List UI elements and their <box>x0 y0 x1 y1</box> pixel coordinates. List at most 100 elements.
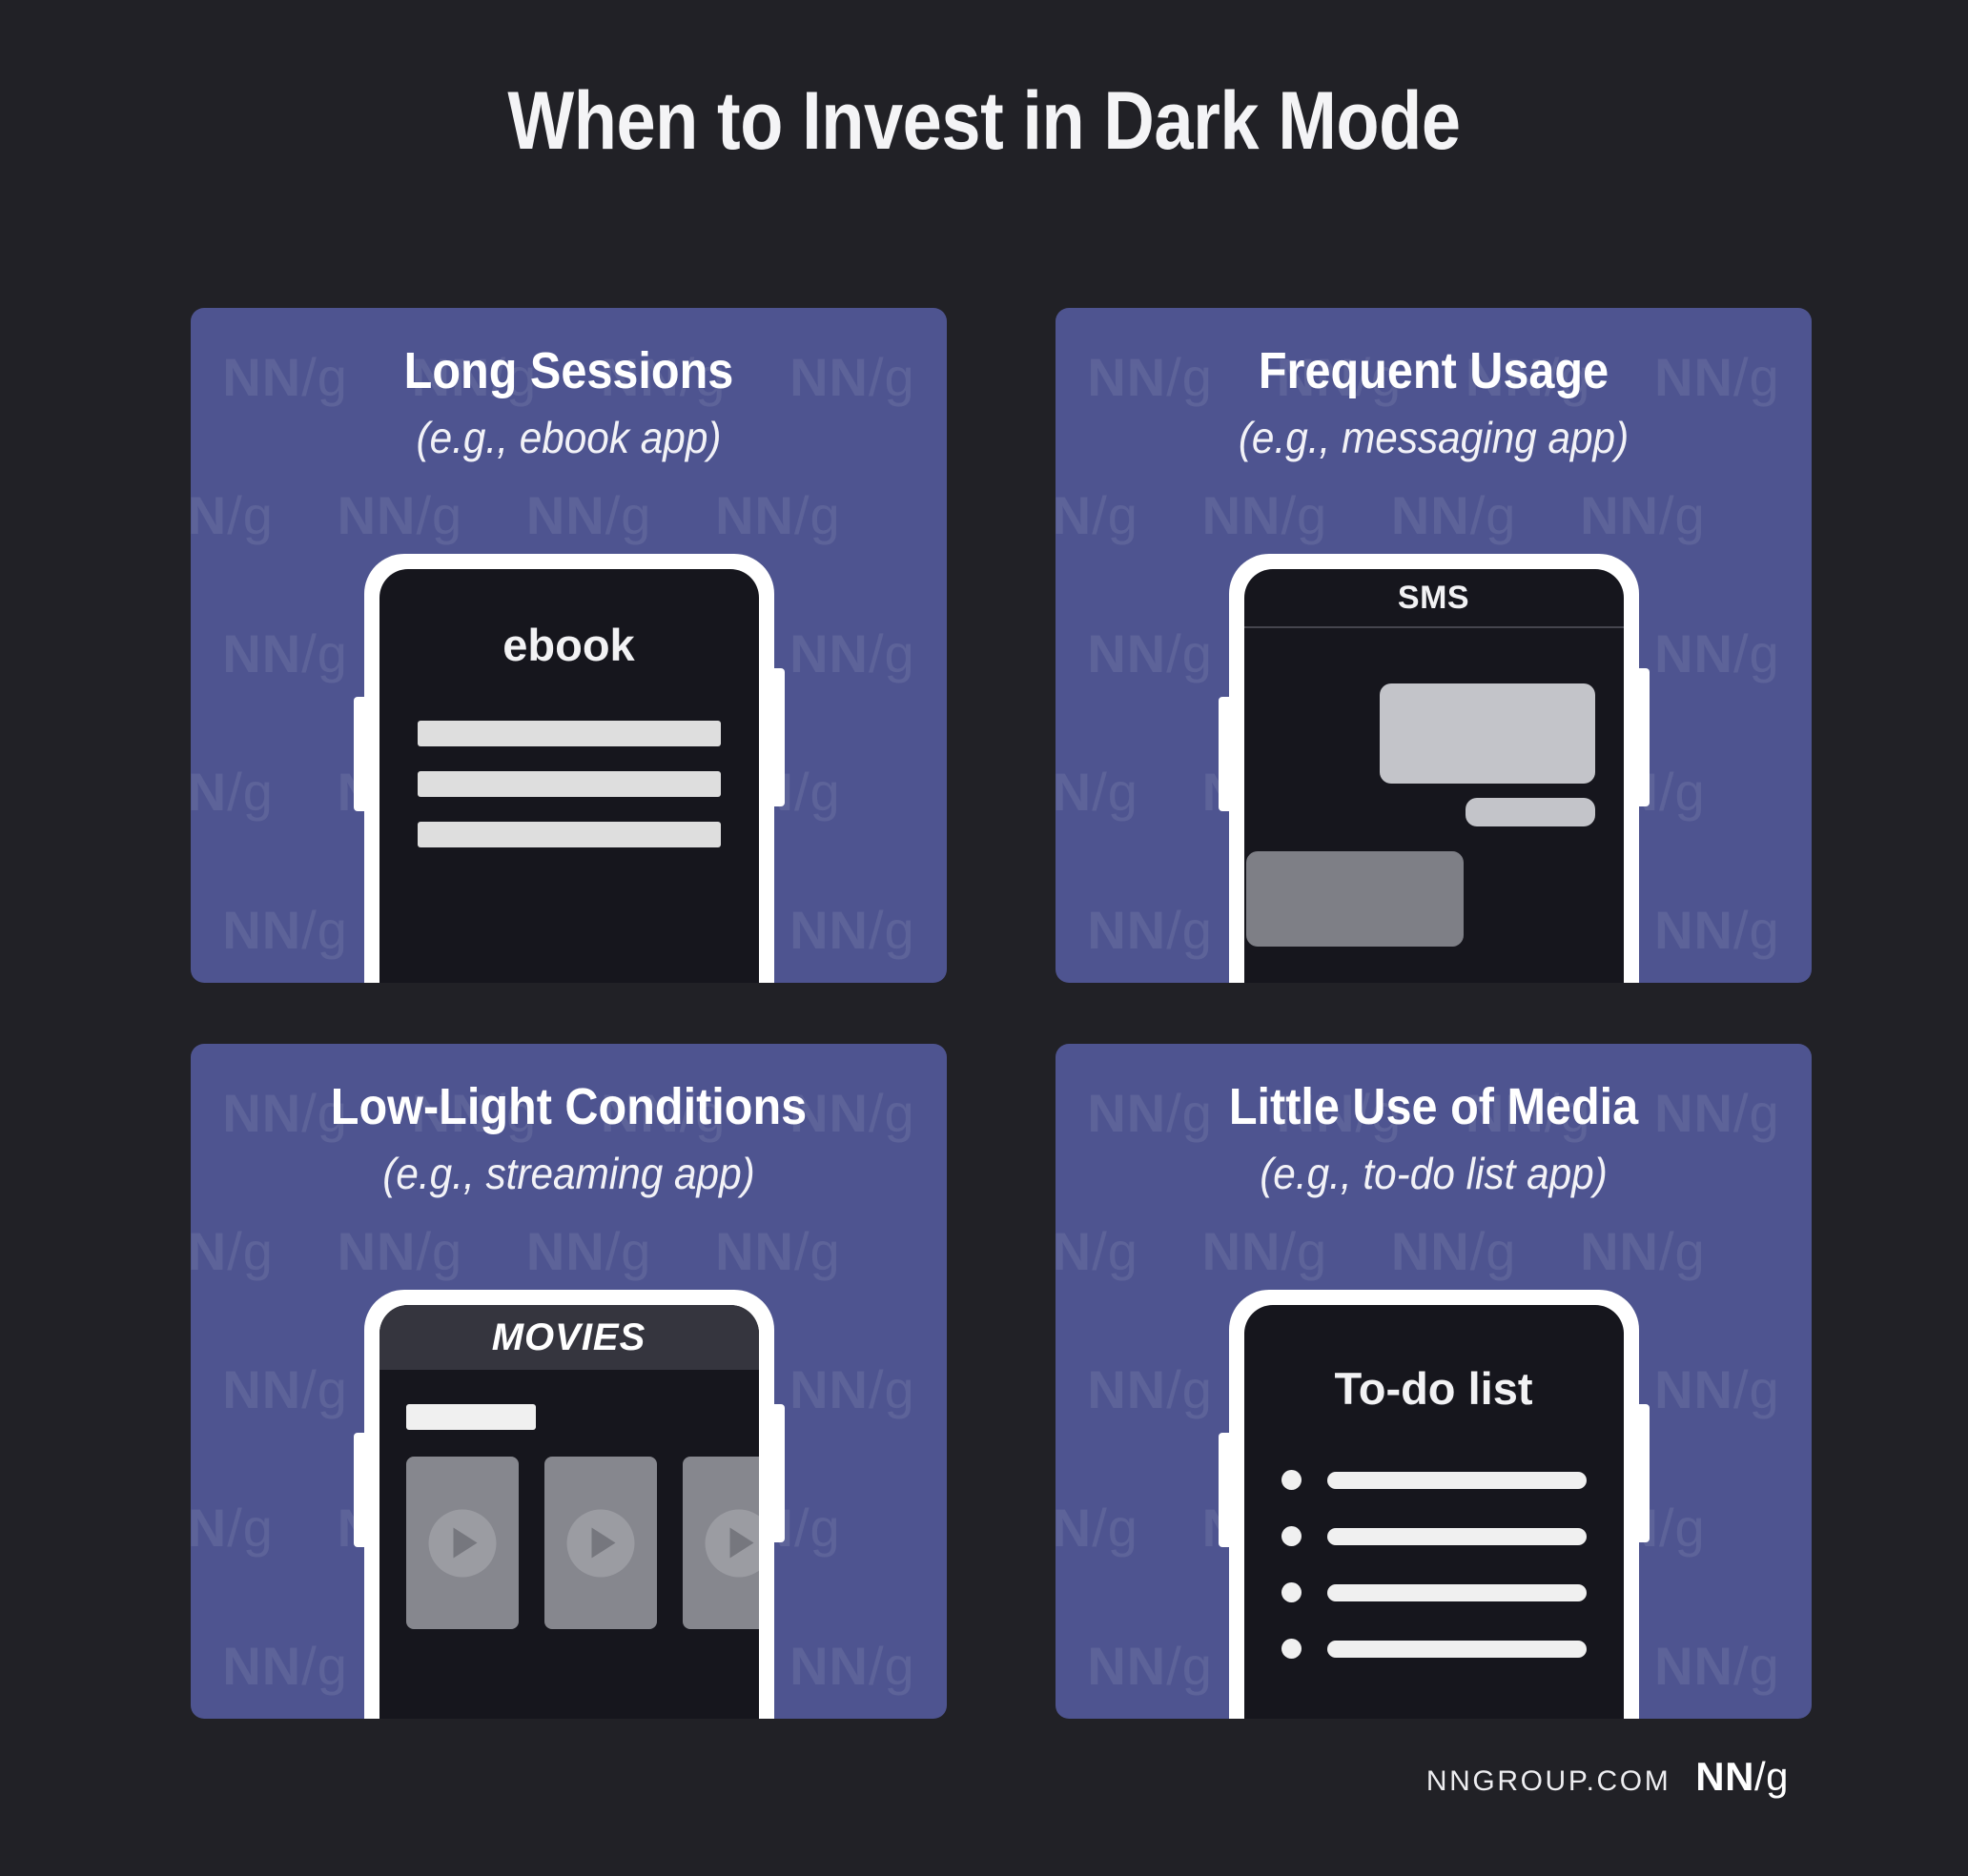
phone-side-button-left <box>353 1433 364 1547</box>
card-subtitle: (e.g., ebook app) <box>416 413 722 463</box>
todo-text-bar <box>1326 1471 1587 1489</box>
watermark-mark: NN/g <box>1654 1636 1780 1696</box>
message-bubble-incoming <box>1379 683 1595 784</box>
watermark-mark: NN/g <box>1087 623 1213 683</box>
card-title: Long Sessions <box>403 342 734 399</box>
watermark-mark: NN/g <box>337 1221 463 1281</box>
card-header: Little Use of Media (e.g., to-do list ap… <box>1056 1044 1812 1199</box>
watermark-mark: NN/g <box>715 1221 841 1281</box>
play-icon[interactable] <box>566 1509 634 1577</box>
text-line <box>417 822 721 847</box>
list-item <box>1281 1470 1587 1490</box>
watermark-mark: NN/g <box>1580 485 1706 545</box>
footer: NNGROUP.COM NN/g <box>1426 1754 1789 1800</box>
card-little-use-of-media: NN/g NN/g NN/g NN/g NN/g NN/g NN/g NN/g … <box>1056 1044 1812 1719</box>
watermark-mark: NN/g <box>789 1359 915 1419</box>
card-title: Little Use of Media <box>1228 1078 1639 1135</box>
card-subtitle: (e.g., streaming app) <box>382 1149 755 1199</box>
watermark-mark: NN/g <box>1087 1359 1213 1419</box>
phone-screen: SMS <box>1243 569 1624 983</box>
nng-logo: NN/g <box>1695 1754 1789 1800</box>
text-line <box>417 771 721 797</box>
watermark-mark: NN/g <box>789 623 915 683</box>
ebook-screen-title: ebook <box>502 620 635 670</box>
ebook-text-lines <box>417 721 721 847</box>
watermark-mark: NN/g <box>1056 1498 1138 1558</box>
phone-frame: ebook <box>353 554 785 983</box>
watermark-mark: NN/g <box>1580 1221 1706 1281</box>
card-subtitle: (e.g., messaging app) <box>1238 413 1630 463</box>
list-item <box>1281 1526 1587 1546</box>
phone-frame: MOVIES <box>353 1290 785 1719</box>
phone-illustration-movies: MOVIES <box>353 1290 785 1719</box>
watermark-mark: NN/g <box>1056 762 1138 822</box>
bullet-icon <box>1281 1526 1302 1546</box>
watermark-mark: NN/g <box>1056 1221 1138 1281</box>
card-frequent-usage: NN/g NN/g NN/g NN/g NN/g NN/g NN/g NN/g … <box>1056 308 1812 983</box>
watermark-mark: NN/g <box>1201 1221 1328 1281</box>
card-header: Low-Light Conditions (e.g., streaming ap… <box>191 1044 947 1199</box>
play-icon[interactable] <box>705 1509 759 1577</box>
watermark-mark: NN/g <box>191 1498 274 1558</box>
sms-screen-title: SMS <box>1243 569 1624 628</box>
section-label-bar <box>405 1404 536 1430</box>
movies-screen-title: MOVIES <box>379 1305 759 1370</box>
watermark-mark: NN/g <box>222 623 348 683</box>
watermark-mark: NN/g <box>222 1359 348 1419</box>
infographic-page: When to Invest in Dark Mode NN/g NN/g NN… <box>0 0 1968 1876</box>
card-title: Low-Light Conditions <box>330 1078 808 1135</box>
play-icon[interactable] <box>428 1509 496 1577</box>
footer-website-url: NNGROUP.COM <box>1425 1765 1671 1797</box>
phone-frame: SMS <box>1218 554 1650 983</box>
watermark-mark: NN/g <box>1087 1636 1213 1696</box>
watermark-mark: NN/g <box>525 485 652 545</box>
phone-illustration-todo: To-do list <box>1218 1290 1650 1719</box>
watermark-mark: NN/g <box>1390 485 1517 545</box>
watermark-mark: NN/g <box>1654 900 1780 960</box>
watermark-mark: NN/g <box>337 485 463 545</box>
card-grid: NN/g NN/g NN/g NN/g NN/g NN/g NN/g NN/g … <box>191 308 1812 1719</box>
bullet-icon <box>1281 1639 1302 1659</box>
movie-thumbnail-row <box>405 1457 759 1629</box>
phone-side-button-right <box>1638 1404 1650 1542</box>
watermark-mark: NN/g <box>1056 485 1138 545</box>
bullet-icon <box>1281 1582 1302 1602</box>
watermark-mark: NN/g <box>191 485 274 545</box>
watermark-mark: NN/g <box>789 1636 915 1696</box>
phone-screen: MOVIES <box>379 1305 759 1719</box>
movies-content <box>379 1370 759 1629</box>
watermark-mark: NN/g <box>525 1221 652 1281</box>
card-subtitle: (e.g., to-do list app) <box>1260 1149 1608 1199</box>
phone-side-button-left <box>1218 1433 1229 1547</box>
phone-side-button-right <box>773 668 785 806</box>
phone-side-button-right <box>773 1404 785 1542</box>
list-item <box>1281 1582 1587 1602</box>
phone-side-button-left <box>1218 697 1229 811</box>
phone-illustration-sms: SMS <box>1218 554 1650 983</box>
movie-thumbnail[interactable] <box>543 1457 657 1629</box>
bullet-icon <box>1281 1470 1302 1490</box>
watermark-mark: NN/g <box>1087 900 1213 960</box>
watermark-mark: NN/g <box>1654 623 1780 683</box>
todo-screen-title: To-do list <box>1334 1363 1533 1414</box>
todo-items <box>1281 1470 1587 1659</box>
phone-side-button-right <box>1638 668 1650 806</box>
watermark-mark: NN/g <box>222 900 348 960</box>
nng-logo-slash: /g <box>1753 1754 1789 1799</box>
phone-frame: To-do list <box>1218 1290 1650 1719</box>
phone-screen: ebook <box>379 569 759 983</box>
movie-thumbnail[interactable] <box>682 1457 759 1629</box>
watermark-mark: NN/g <box>789 900 915 960</box>
page-title: When to Invest in Dark Mode <box>507 75 1461 167</box>
watermark-mark: NN/g <box>1654 1359 1780 1419</box>
message-bubble-incoming <box>1465 798 1595 826</box>
message-bubble-outgoing <box>1245 851 1464 947</box>
text-line <box>417 721 721 746</box>
card-long-sessions: NN/g NN/g NN/g NN/g NN/g NN/g NN/g NN/g … <box>191 308 947 983</box>
list-item <box>1281 1639 1587 1659</box>
watermark-mark: NN/g <box>191 762 274 822</box>
todo-text-bar <box>1326 1583 1587 1601</box>
nng-logo-bold: NN <box>1695 1754 1754 1799</box>
movie-thumbnail[interactable] <box>405 1457 519 1629</box>
watermark-mark: NN/g <box>715 485 841 545</box>
